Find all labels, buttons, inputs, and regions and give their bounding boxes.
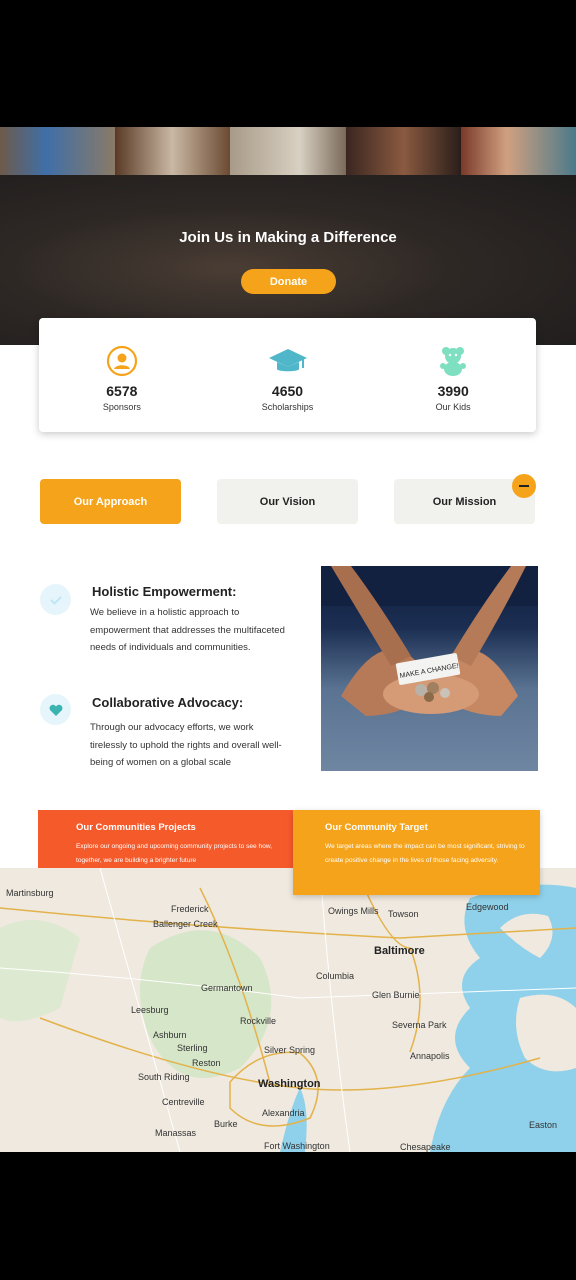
stat-label: Our Kids — [435, 402, 471, 412]
map-label: Germantown — [201, 983, 253, 993]
map-label: Owings Mills — [328, 906, 379, 916]
banner-text: Explore our ongoing and upcoming communi… — [76, 843, 273, 864]
map-label: Manassas — [155, 1128, 197, 1138]
community-target-banner[interactable]: Our Community Target We target areas whe… — [293, 810, 540, 895]
donate-button[interactable]: Donate — [241, 269, 336, 294]
banner-title: Our Community Target — [325, 822, 428, 833]
banner-title: Our Communities Projects — [76, 822, 196, 833]
web-page: Join Us in Making a Difference Donate 65… — [0, 127, 576, 1152]
photo-strip — [0, 127, 576, 175]
stat-label: Scholarships — [261, 402, 314, 412]
map-label: Edgewood — [466, 902, 509, 912]
map-label: South Riding — [138, 1072, 190, 1082]
feature-text: We believe in a holistic approach to emp… — [90, 607, 285, 653]
map-label: Easton — [529, 1120, 558, 1130]
stat-value: 3990 — [437, 383, 469, 399]
map-label: Frederick — [171, 904, 209, 914]
map-label: Chesapeake — [400, 1142, 451, 1152]
feature-text: Through our advocacy efforts, we work ti… — [90, 722, 282, 768]
map-label: Glen Burnie — [372, 990, 420, 1000]
map-label: Sterling — [177, 1043, 208, 1053]
stat-scholarships: 4650 Scholarships — [205, 318, 371, 432]
person-icon — [106, 345, 138, 377]
map-label: Rockville — [240, 1016, 277, 1026]
banner-text: We target areas where the impact can be … — [325, 843, 525, 864]
map-label: Martinsburg — [6, 888, 54, 898]
map-label: Severna Park — [392, 1020, 447, 1030]
map-label: Ashburn — [153, 1030, 187, 1040]
map-label: Ballenger Creek — [153, 919, 218, 929]
stat-value: 6578 — [106, 383, 138, 399]
graduation-cap-icon — [268, 345, 308, 377]
heart-icon — [40, 694, 71, 725]
teddy-bear-icon — [437, 345, 469, 377]
map-label: Columbia — [316, 971, 355, 981]
map-label: Alexandria — [262, 1108, 305, 1118]
stat-sponsors: 6578 Sponsors — [39, 318, 205, 432]
map-label: Towson — [388, 909, 419, 919]
map-label: Washington — [258, 1078, 321, 1090]
stat-kids: 3990 Our Kids — [370, 318, 536, 432]
map-label: Leesburg — [131, 1005, 169, 1015]
map-label: Fort Washington — [264, 1141, 330, 1151]
feature-title: Collaborative Advocacy: — [92, 695, 244, 710]
checkmark-icon — [40, 584, 71, 615]
map-label: Annapolis — [410, 1051, 450, 1061]
make-a-change-photo: MAKE A CHANGE! — [321, 566, 538, 771]
map-label: Centreville — [162, 1097, 205, 1107]
map-label: Burke — [214, 1119, 238, 1129]
tab-our-approach[interactable]: Our Approach — [40, 479, 181, 524]
stats-card: 6578 Sponsors 4650 Scholarships 3990 Our… — [39, 318, 536, 432]
stat-label: Sponsors — [102, 402, 141, 412]
hero-title: Join Us in Making a Difference — [179, 229, 397, 246]
map-label: Silver Spring — [264, 1045, 316, 1055]
region-map[interactable]: Martinsburg Frederick Ballenger Creek Ow… — [0, 868, 576, 1152]
feature-title: Holistic Empowerment: — [92, 584, 237, 599]
minus-icon[interactable] — [512, 474, 536, 498]
tab-our-vision[interactable]: Our Vision — [217, 479, 358, 524]
map-label: Reston — [192, 1058, 221, 1068]
map-label: Baltimore — [374, 945, 425, 957]
stat-value: 4650 — [271, 383, 304, 399]
